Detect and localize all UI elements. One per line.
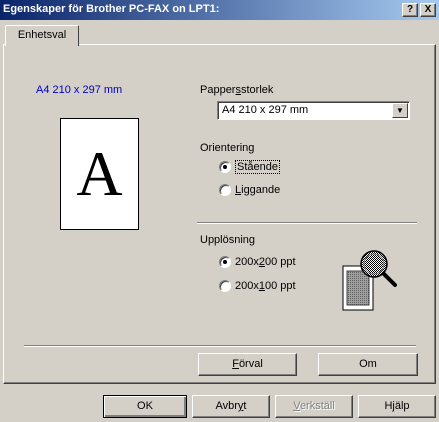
apply-label-rest: erkställ (299, 400, 335, 412)
help-button-label: Hjälp (384, 400, 410, 412)
resolution-200x200-radio[interactable]: 200x200 ppt (219, 256, 296, 268)
close-icon: X (424, 4, 432, 15)
radio-label-pre: 200x (235, 256, 259, 268)
cancel-label-pre: Avbr (215, 400, 238, 412)
radio-button-icon (219, 256, 231, 268)
resolution-200x100-radio[interactable]: 200x100 ppt (219, 280, 296, 292)
radio-button-icon (219, 184, 231, 196)
section-divider (197, 222, 417, 224)
help-icon: ? (406, 4, 414, 15)
close-button[interactable]: X (420, 3, 436, 17)
cancel-button[interactable]: Avbryt (192, 395, 270, 418)
ok-button-label: OK (137, 400, 153, 412)
resolution-label: Upplösning (200, 234, 256, 246)
radio-label: 200x200 ppt (235, 256, 296, 268)
radio-label-post: 00 ppt (264, 280, 296, 292)
radio-button-icon (219, 280, 231, 292)
paper-size-label: Pappersstorlek (200, 84, 273, 96)
resolution-magnifier-icon (342, 250, 397, 311)
default-button-label: örval (238, 358, 263, 370)
tab-label: Enhetsval (17, 29, 67, 41)
orientation-landscape-radio[interactable]: Liggande (219, 184, 280, 196)
window-title: Egenskaper för Brother PC-FAX on LPT1: (3, 3, 220, 15)
default-button-key: F (232, 358, 239, 370)
radio-button-icon (219, 161, 231, 173)
preview-letter: A (76, 138, 123, 209)
paper-size-select[interactable]: A4 210 x 297 mm ▼ (217, 101, 410, 120)
apply-label-key: V (293, 400, 300, 412)
apply-button[interactable]: Verkställ (275, 395, 353, 418)
default-button[interactable]: Förval (198, 353, 297, 376)
about-button-label: Om (359, 358, 377, 370)
page-preview: A (60, 118, 139, 230)
about-button[interactable]: Om (318, 353, 418, 376)
tab-enhetsval[interactable]: Enhetsval (5, 25, 79, 46)
panel-bottom-divider (24, 345, 416, 347)
radio-label: Liggande (235, 184, 280, 196)
orientation-portrait-radio[interactable]: Stående (219, 160, 280, 174)
paper-size-caption: A4 210 x 297 mm (36, 84, 123, 96)
radio-label-pre: 200x (235, 280, 259, 292)
paper-size-label-post: storlek (240, 84, 274, 96)
radio-label: 200x100 ppt (235, 280, 296, 292)
help-button[interactable]: Hjälp (358, 395, 436, 418)
title-bar[interactable]: Egenskaper för Brother PC-FAX on LPT1: ?… (0, 0, 439, 20)
paper-size-label-pre: Papper (200, 84, 236, 96)
radio-label-rest: iggande (241, 184, 281, 196)
radio-label-post: 00 ppt (264, 256, 296, 268)
radio-label: Stående (235, 160, 280, 174)
cancel-label-post: t (243, 400, 247, 412)
dropdown-arrow-button[interactable]: ▼ (392, 103, 408, 118)
chevron-down-icon: ▼ (396, 106, 404, 115)
properties-dialog: Egenskaper för Brother PC-FAX on LPT1: ?… (0, 0, 439, 422)
ok-button[interactable]: OK (103, 395, 187, 418)
orientation-label: Orientering (200, 142, 255, 154)
paper-size-value: A4 210 x 297 mm (222, 104, 309, 116)
help-titlebar-button[interactable]: ? (402, 3, 418, 17)
